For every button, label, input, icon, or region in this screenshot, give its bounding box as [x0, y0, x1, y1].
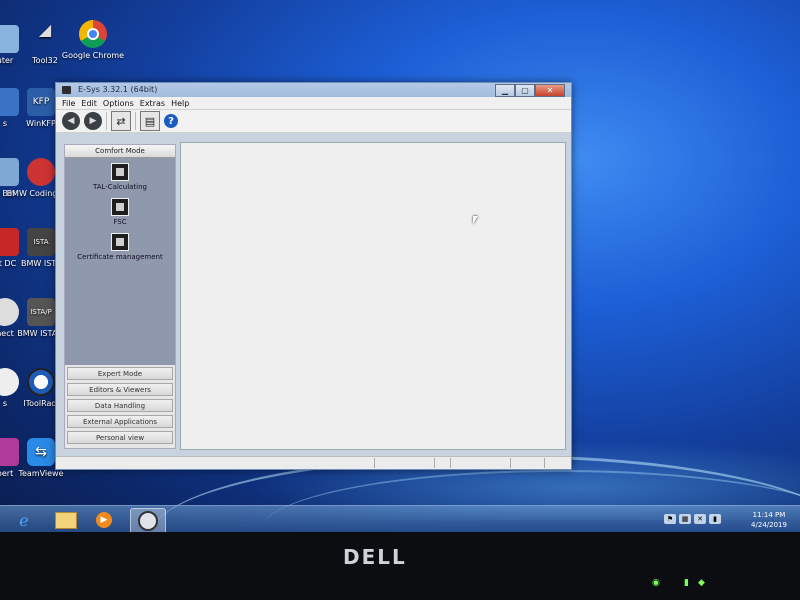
function-label: TAL-Calculating — [92, 183, 148, 191]
chrome-icon — [79, 20, 107, 48]
power-icon[interactable]: ▮ — [709, 514, 721, 524]
system-tray: ⚑ ▦ ✕ ▮ — [664, 514, 724, 524]
menu-extras[interactable]: Extras — [140, 99, 165, 108]
window-titlebar[interactable]: E-Sys 3.32.1 (64bit) ▁ ▢ ✕ — [56, 83, 571, 97]
expert-mode-button[interactable]: Expert Mode — [67, 367, 173, 380]
toolbar: ◀ ▶ ⇄ ▤ ? — [56, 110, 571, 133]
mouse-cursor-icon — [473, 216, 478, 224]
desktop-icon-label: Tool32 — [32, 56, 58, 65]
menu-edit[interactable]: Edit — [81, 99, 97, 108]
certificate-management-icon — [111, 233, 129, 251]
tal-calculating-icon — [111, 163, 129, 181]
forward-icon[interactable]: ▶ — [84, 112, 102, 130]
menu-options[interactable]: Options — [103, 99, 134, 108]
volume-mute-icon[interactable]: ✕ — [694, 514, 706, 524]
status-segment — [544, 458, 571, 468]
winkfp-icon: KFP — [27, 88, 55, 116]
explorer-icon[interactable] — [50, 508, 82, 532]
clock-time: 11:14 PM — [752, 511, 786, 519]
ista-icon: ISTA — [27, 228, 55, 256]
clock-date: 4/24/2019 — [751, 521, 787, 529]
esys-icon[interactable] — [130, 508, 166, 532]
status-segment — [374, 458, 435, 468]
comfort-mode-body: TAL-Calculating FSC Certificate manageme… — [65, 158, 175, 365]
connect-icon[interactable]: ⇄ — [111, 111, 131, 131]
itoolradar-icon — [27, 368, 55, 396]
fsc-icon — [111, 198, 129, 216]
data-handling-button[interactable]: Data Handling — [67, 399, 173, 412]
function-label: Certificate management — [77, 253, 163, 261]
minimize-button[interactable]: ▁ — [495, 84, 515, 97]
taskbar: ℯ ▶ ⚑ ▦ ✕ ▮ 11:14 PM 4/24/2019 — [0, 505, 800, 532]
esys-app-icon — [62, 86, 71, 94]
dell-logo: DELL — [343, 545, 407, 569]
wifi-led-icon: ◆ — [698, 578, 705, 588]
main-content-area[interactable] — [180, 142, 566, 450]
status-bar — [56, 456, 571, 469]
desktop-icon-label: Google Chrome — [61, 51, 125, 60]
status-segment — [450, 458, 511, 468]
toolbar-separator — [135, 112, 136, 130]
comfort-mode-header[interactable]: Comfort Mode — [65, 145, 175, 158]
tool32-icon: ◢ — [38, 20, 52, 39]
file-icon[interactable]: ▤ — [140, 111, 160, 131]
personal-view-button[interactable]: Personal view — [67, 431, 173, 444]
desktop-icon-chrome[interactable]: Google Chrome — [58, 20, 128, 61]
menu-bar: File Edit Options Extras Help — [56, 97, 571, 110]
toolbar-separator — [106, 112, 107, 130]
maximize-button[interactable]: ▢ — [515, 84, 535, 97]
status-segment — [510, 458, 545, 468]
ista-p-icon: ISTA/P — [27, 298, 55, 326]
menu-help[interactable]: Help — [171, 99, 189, 108]
mode-panel: Comfort Mode TAL-Calculating FSC Certifi… — [64, 144, 176, 449]
desktop: uter ◢ Tool32 Google Chrome s KFP WinKFP… — [0, 0, 800, 532]
menu-file[interactable]: File — [62, 99, 75, 108]
desktop-icon-label: WinKFP — [26, 119, 56, 128]
function-tal-calculating[interactable]: TAL-Calculating — [65, 163, 175, 191]
desktop-icon-label: TeamViewe — [18, 469, 64, 478]
external-applications-button[interactable]: External Applications — [67, 415, 173, 428]
editors-viewers-button[interactable]: Editors & Viewers — [67, 383, 173, 396]
power-led-icon: ◉ — [652, 578, 660, 588]
function-fsc[interactable]: FSC — [65, 198, 175, 226]
media-player-icon[interactable]: ▶ — [88, 508, 120, 532]
system-clock[interactable]: 11:14 PM 4/24/2019 — [745, 510, 793, 530]
bmw-coding-tool-icon — [27, 158, 55, 186]
function-label: FSC — [113, 218, 127, 226]
back-icon[interactable]: ◀ — [62, 112, 80, 130]
flag-icon[interactable]: ⚑ — [664, 514, 676, 524]
network-icon[interactable]: ▦ — [679, 514, 691, 524]
desktop-icon-label: IToolRadi — [23, 399, 59, 408]
help-icon[interactable]: ? — [164, 114, 178, 128]
status-segment — [434, 458, 451, 468]
teamviewer-icon: ⇆ — [27, 438, 55, 466]
internet-explorer-icon[interactable]: ℯ — [8, 508, 40, 532]
close-button[interactable]: ✕ — [535, 84, 565, 97]
battery-led-icon: ▮ — [684, 578, 689, 588]
esys-window: E-Sys 3.32.1 (64bit) ▁ ▢ ✕ File Edit Opt… — [55, 82, 572, 470]
window-title: E-Sys 3.32.1 (64bit) — [78, 85, 158, 94]
function-certificate-management[interactable]: Certificate management — [65, 233, 175, 261]
